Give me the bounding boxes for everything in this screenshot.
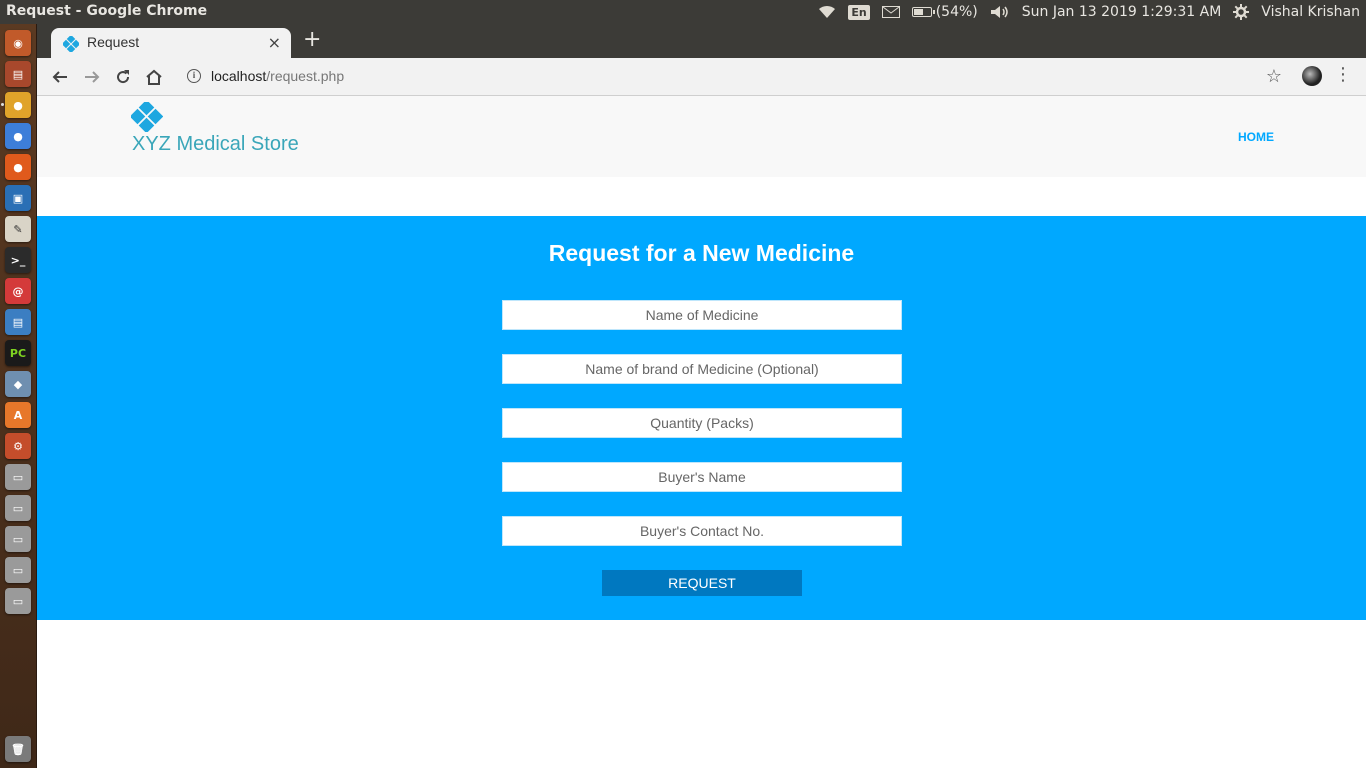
software-center-icon[interactable]: A bbox=[5, 402, 31, 428]
trash-icon[interactable]: 🗑 bbox=[5, 736, 31, 762]
battery-icon bbox=[911, 7, 935, 17]
pycharm-icon[interactable]: PC bbox=[5, 340, 31, 366]
text-editor-icon[interactable]: ✎ bbox=[5, 216, 31, 242]
terminal-icon[interactable]: >_ bbox=[5, 247, 31, 273]
drive-icon[interactable]: ▭ bbox=[5, 588, 31, 614]
browser-toolbar: i localhost/request.php ☆ ⋮ bbox=[37, 58, 1366, 96]
web-page: XYZ Medical Store HOME Request for a New… bbox=[37, 96, 1366, 768]
os-top-panel: Request - Google Chrome En (54%) Sun Jan… bbox=[0, 0, 1366, 24]
request-form-section: Request for a New Medicine REQUEST bbox=[37, 216, 1366, 620]
url-path: /request.php bbox=[266, 68, 345, 84]
browser-tab[interactable]: Request × bbox=[51, 28, 291, 58]
chrome-icon[interactable]: ● bbox=[1, 92, 31, 118]
cube-app-icon[interactable]: ◆ bbox=[5, 371, 31, 397]
tab-close-icon[interactable]: × bbox=[268, 33, 281, 52]
window-title: Request - Google Chrome bbox=[6, 3, 208, 19]
ubuntu-dash-icon[interactable]: ◉ bbox=[5, 30, 31, 56]
request-submit-button[interactable]: REQUEST bbox=[602, 570, 802, 596]
site-favicon-icon bbox=[63, 36, 79, 52]
brand-logo-icon[interactable] bbox=[131, 102, 163, 132]
drive-icon[interactable]: ▭ bbox=[5, 557, 31, 583]
drive-icon[interactable]: ▭ bbox=[5, 526, 31, 552]
keyboard-language-icon[interactable]: En bbox=[848, 4, 870, 20]
url-text[interactable]: localhost/request.php bbox=[211, 68, 344, 84]
settings-gear-icon[interactable] bbox=[1233, 4, 1250, 20]
brand-name[interactable]: XYZ Medical Store bbox=[132, 133, 299, 156]
medicine-name-input[interactable] bbox=[502, 300, 902, 330]
profile-avatar[interactable] bbox=[1302, 66, 1322, 86]
virtualbox-icon[interactable]: ▣ bbox=[5, 185, 31, 211]
form-title: Request for a New Medicine bbox=[548, 240, 855, 266]
debian-app-icon[interactable]: @ bbox=[5, 278, 31, 304]
nav-home-link[interactable]: HOME bbox=[1238, 130, 1274, 144]
system-settings-icon[interactable]: ⚙ bbox=[5, 433, 31, 459]
chromium-icon[interactable]: ● bbox=[5, 123, 31, 149]
brand-name-input[interactable] bbox=[502, 354, 902, 384]
battery-percent: (54%) bbox=[935, 4, 978, 20]
clock[interactable]: Sun Jan 13 2019 1:29:31 AM bbox=[1022, 4, 1222, 20]
site-header: XYZ Medical Store HOME bbox=[37, 96, 1366, 177]
user-name[interactable]: Vishal Krishan bbox=[1261, 4, 1360, 20]
url-host: localhost bbox=[211, 68, 267, 84]
writer-icon[interactable]: ▤ bbox=[5, 309, 31, 335]
browser-tabstrip: Request × + bbox=[37, 24, 1366, 58]
tab-title: Request bbox=[87, 34, 140, 50]
volume-icon[interactable] bbox=[990, 5, 1010, 19]
files-icon[interactable]: ▤ bbox=[5, 61, 31, 87]
unity-launcher: ◉ ▤ ● ● ● ▣ ✎ >_ @ ▤ PC ◆ A ⚙ ▭ ▭ ▭ ▭ ▭ … bbox=[0, 24, 37, 768]
quantity-input[interactable] bbox=[502, 408, 902, 438]
back-arrow-icon[interactable] bbox=[49, 66, 71, 88]
mail-icon[interactable] bbox=[881, 6, 900, 18]
buyer-name-input[interactable] bbox=[502, 462, 902, 492]
address-bar[interactable]: i localhost/request.php bbox=[177, 63, 1257, 91]
bookmark-star-icon[interactable]: ☆ bbox=[1266, 66, 1282, 87]
new-tab-button[interactable]: + bbox=[303, 29, 321, 51]
reload-icon[interactable] bbox=[112, 66, 134, 88]
battery-indicator[interactable]: (54%) bbox=[911, 4, 978, 20]
firefox-icon[interactable]: ● bbox=[5, 154, 31, 180]
wifi-icon[interactable] bbox=[818, 5, 836, 19]
drive-icon[interactable]: ▭ bbox=[5, 464, 31, 490]
site-info-icon[interactable]: i bbox=[187, 69, 201, 83]
home-icon[interactable] bbox=[143, 66, 165, 88]
system-tray: En (54%) Sun Jan 13 2019 1:29:31 AM Vish… bbox=[818, 0, 1360, 24]
drive-icon[interactable]: ▭ bbox=[5, 495, 31, 521]
forward-arrow-icon[interactable] bbox=[81, 66, 103, 88]
buyer-contact-input[interactable] bbox=[502, 516, 902, 546]
browser-menu-icon[interactable]: ⋮ bbox=[1334, 65, 1352, 85]
